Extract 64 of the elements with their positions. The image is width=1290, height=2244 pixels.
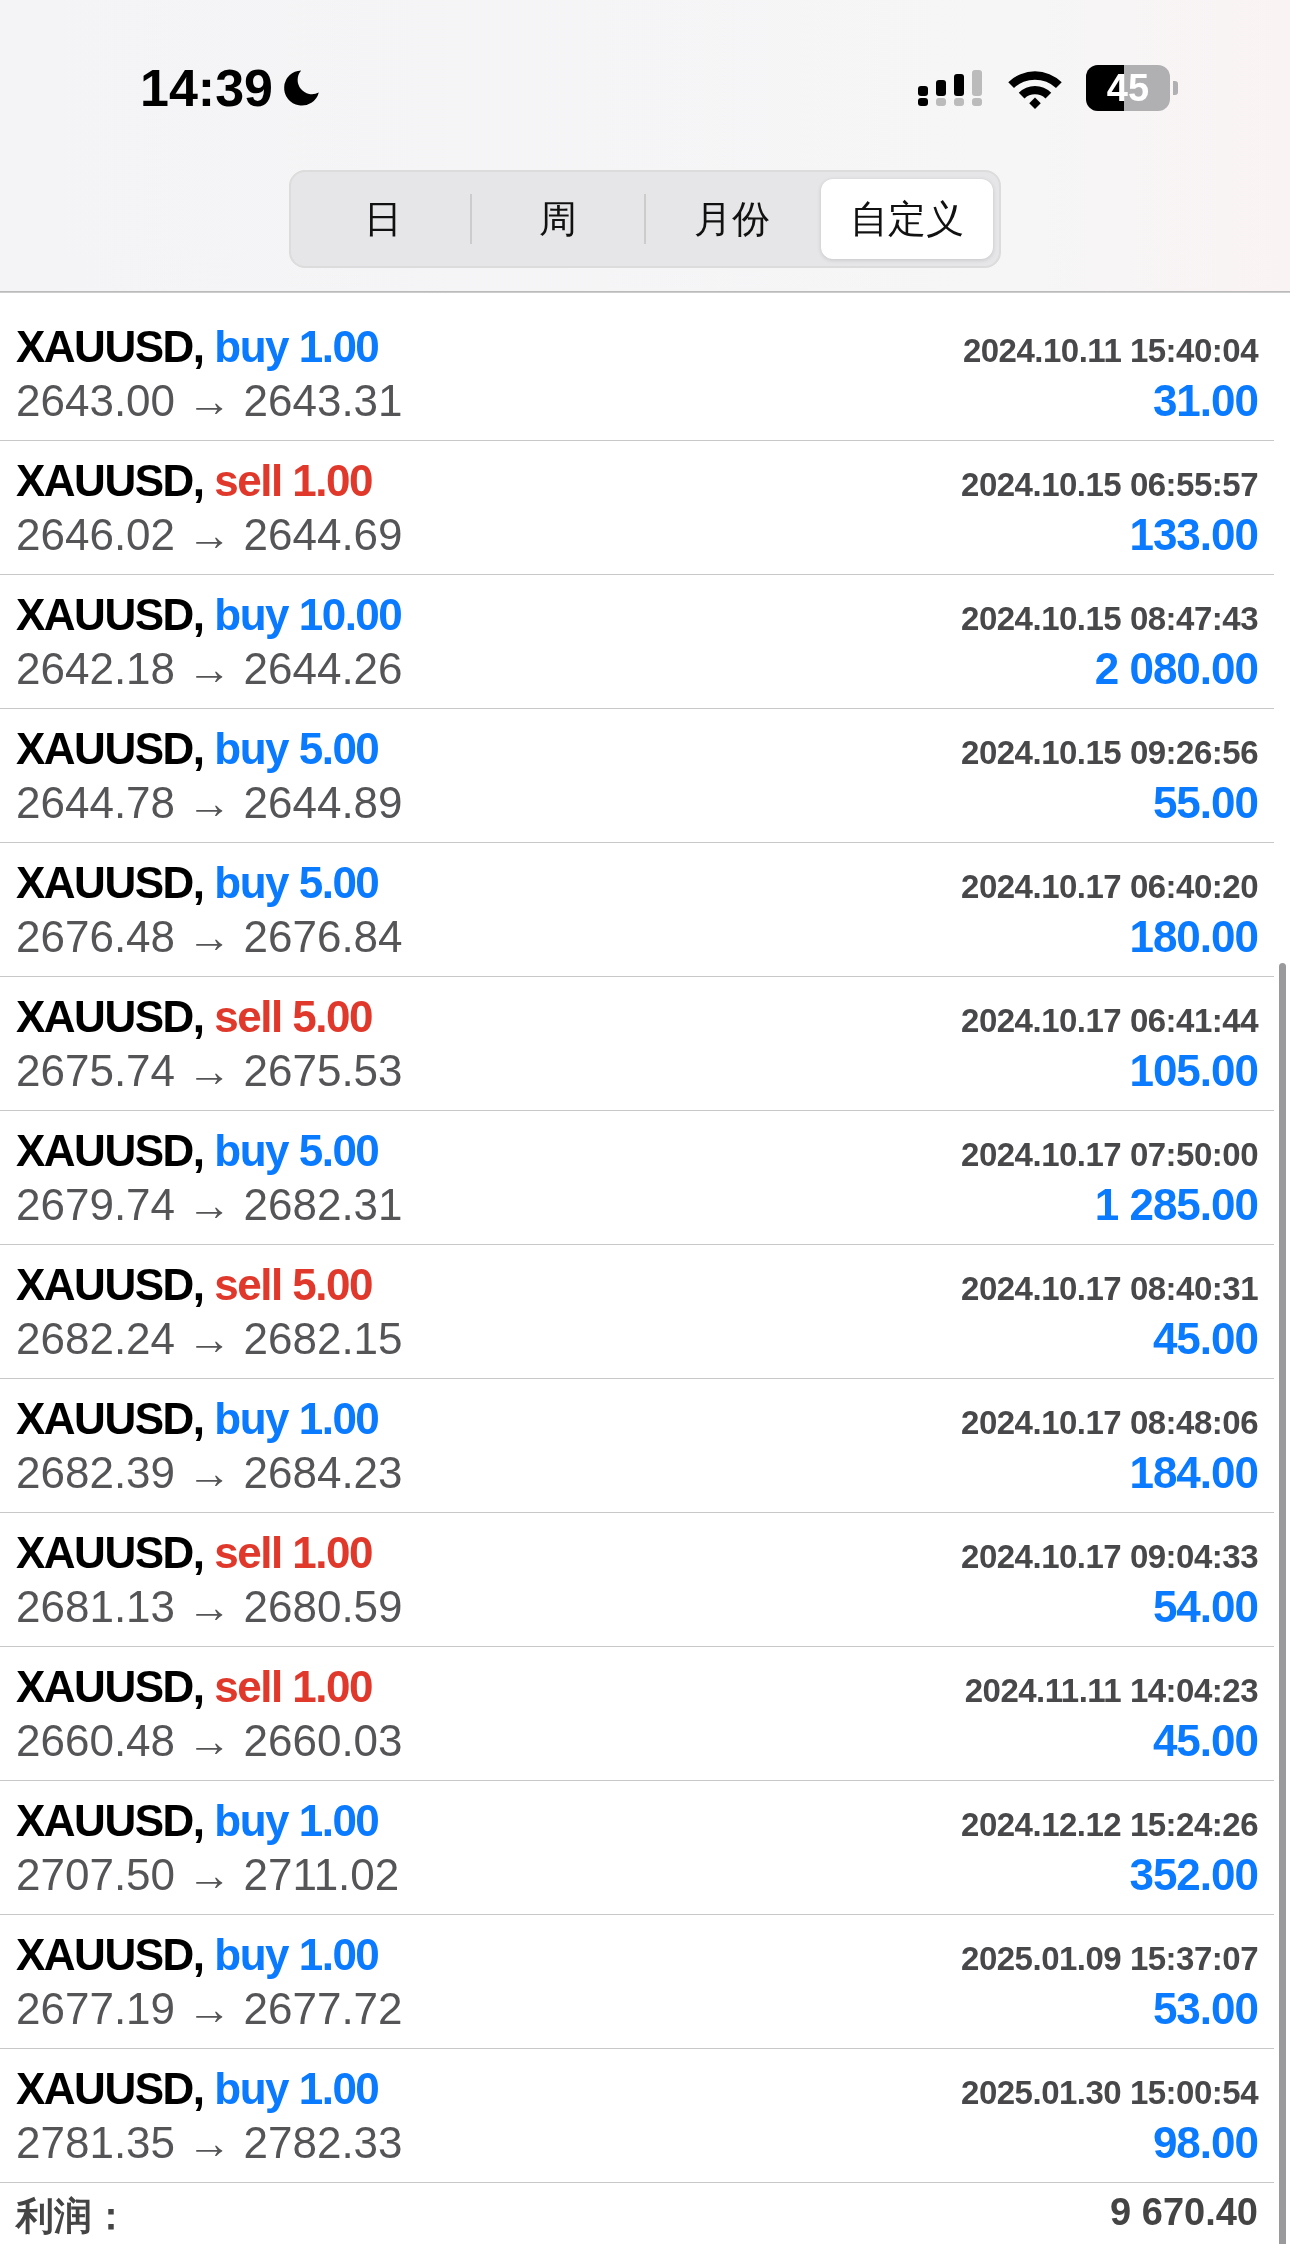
trade-profit: 184.00 [1129,1447,1258,1498]
trade-title: XAUUSD, buy 1.00 [16,2063,379,2114]
trade-prices: 2642.18 → 2644.26 [16,643,403,694]
signal-icon [918,70,984,106]
trade-prices: 2646.02 → 2644.69 [16,509,403,560]
trade-title: XAUUSD, buy 5.00 [16,857,379,908]
trade-time: 2024.10.17 06:41:44 [961,1001,1258,1040]
trade-time: 2025.01.30 15:00:54 [961,2073,1258,2112]
tab[interactable]: 自定义 [820,179,993,259]
trade-prices: 2707.50 → 2711.02 [16,1849,400,1900]
total-label: 利润： [16,2194,130,2239]
trade-title: XAUUSD, buy 10.00 [16,589,402,640]
trade-prices: 2677.19 → 2677.72 [16,1983,403,2034]
trade-profit: 1 285.00 [1094,1179,1258,1230]
trade-profit: 352.00 [1129,1849,1258,1900]
trade-prices: 2682.24 → 2682.15 [16,1313,403,1364]
trade-profit: 105.00 [1129,1045,1258,1096]
trade-title: XAUUSD, buy 5.00 [16,1125,379,1176]
tab[interactable]: 周 [471,179,644,259]
trade-prices: 2676.48 → 2676.84 [16,911,403,962]
trade-profit: 54.00 [1152,1581,1258,1632]
trade-prices: 2643.00 → 2643.31 [16,375,403,426]
trade-prices: 2675.74 → 2675.53 [16,1045,403,1096]
trade-prices: 2644.78 → 2644.89 [16,777,403,828]
trade-profit: 45.00 [1152,1715,1258,1766]
trade-time: 2024.10.17 08:48:06 [961,1403,1258,1442]
trade-title: XAUUSD, buy 1.00 [16,1393,379,1444]
tab[interactable]: 月份 [646,179,819,259]
trade-time: 2024.10.17 06:40:20 [961,867,1258,906]
trade-title: XAUUSD, sell 5.00 [16,991,372,1042]
trade-time: 2024.10.15 08:47:43 [961,599,1258,638]
trade-title: XAUUSD, buy 1.00 [16,1795,379,1846]
trade-profit: 31.00 [1152,375,1258,426]
trade-prices: 2781.35 → 2782.33 [16,2117,403,2168]
trade-prices: 2682.39 → 2684.23 [16,1447,403,1498]
trade-title: XAUUSD, sell 1.00 [16,1527,372,1578]
trade-time: 2024.10.15 09:26:56 [961,733,1258,772]
trade-prices: 2660.48 → 2660.03 [16,1715,403,1766]
trade-profit: 53.00 [1152,1983,1258,2034]
trade-title: XAUUSD, sell 5.00 [16,1259,372,1310]
trade-profit: 180.00 [1129,911,1258,962]
trade-time: 2024.10.17 08:40:31 [961,1269,1258,1308]
trade-time: 2024.10.17 07:50:00 [961,1135,1258,1174]
trade-time: 2024.10.11 15:40:04 [962,331,1258,370]
trade-time: 2024.10.17 09:04:33 [961,1537,1258,1576]
trade-profit: 55.00 [1152,777,1258,828]
trade-time: 2024.12.12 15:24:26 [961,1805,1258,1844]
trade-time: 2024.10.15 06:55:57 [961,465,1258,504]
trade-title: XAUUSD, buy 5.00 [16,723,379,774]
trade-prices: 2679.74 → 2682.31 [16,1179,403,1230]
trade-title: XAUUSD, sell 1.00 [16,1661,372,1712]
trade-profit: 133.00 [1129,509,1258,560]
trade-title: XAUUSD, buy 1.00 [16,321,379,372]
trade-prices: 2681.13 → 2680.59 [16,1581,403,1632]
trade-profit: 2 080.00 [1094,643,1258,694]
trade-profit: 45.00 [1152,1313,1258,1364]
trade-time: 2024.11.11 14:04:23 [964,1671,1258,1710]
clock: 14:39 [140,58,273,118]
trade-profit: 98.00 [1152,2117,1258,2168]
tab[interactable]: 日 [297,179,470,259]
trade-title: XAUUSD, buy 1.00 [16,1929,379,1980]
total-value: 9 670.40 [1110,2191,1258,2235]
trade-time: 2025.01.09 15:37:07 [961,1939,1258,1978]
trade-title: XAUUSD, sell 1.00 [16,455,372,506]
